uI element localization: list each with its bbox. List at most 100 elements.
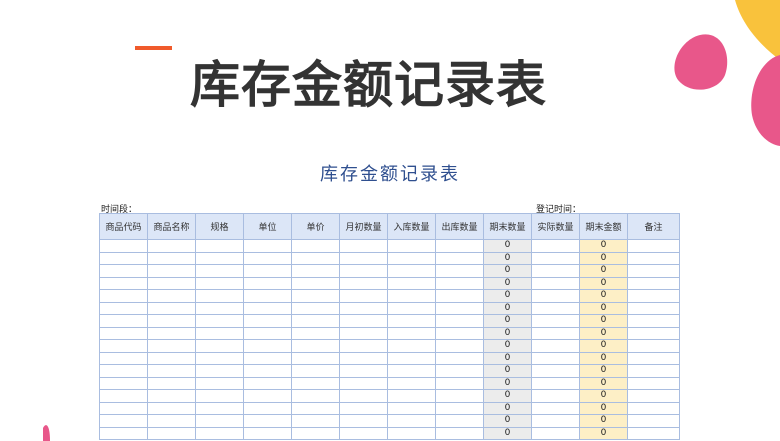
closing-amount-cell[interactable]: 0 xyxy=(579,289,628,303)
table-cell[interactable] xyxy=(147,414,196,428)
table-cell[interactable] xyxy=(147,264,196,278)
table-cell[interactable] xyxy=(387,264,436,278)
table-cell[interactable] xyxy=(99,289,148,303)
table-cell[interactable] xyxy=(99,414,148,428)
table-cell[interactable] xyxy=(147,276,196,290)
table-cell[interactable] xyxy=(531,239,580,253)
table-cell[interactable] xyxy=(627,239,680,253)
table-cell[interactable] xyxy=(435,264,484,278)
table-cell[interactable] xyxy=(195,401,244,415)
table-cell[interactable] xyxy=(339,376,388,390)
table-cell[interactable] xyxy=(627,251,680,265)
table-cell[interactable] xyxy=(99,426,148,440)
table-cell[interactable] xyxy=(387,389,436,403)
closing-amount-cell[interactable]: 0 xyxy=(579,339,628,353)
closing-qty-cell[interactable]: 0 xyxy=(483,414,532,428)
closing-amount-cell[interactable]: 0 xyxy=(579,301,628,315)
closing-amount-cell[interactable]: 0 xyxy=(579,326,628,340)
table-cell[interactable] xyxy=(243,289,292,303)
table-cell[interactable] xyxy=(291,339,340,353)
table-cell[interactable] xyxy=(195,339,244,353)
table-cell[interactable] xyxy=(339,401,388,415)
closing-qty-cell[interactable]: 0 xyxy=(483,264,532,278)
table-cell[interactable] xyxy=(339,339,388,353)
table-cell[interactable] xyxy=(627,339,680,353)
table-cell[interactable] xyxy=(387,289,436,303)
table-cell[interactable] xyxy=(339,264,388,278)
table-cell[interactable] xyxy=(195,376,244,390)
table-cell[interactable] xyxy=(531,276,580,290)
table-cell[interactable] xyxy=(195,264,244,278)
table-cell[interactable] xyxy=(243,376,292,390)
table-cell[interactable] xyxy=(291,301,340,315)
table-cell[interactable] xyxy=(531,389,580,403)
table-cell[interactable] xyxy=(291,326,340,340)
table-cell[interactable] xyxy=(147,289,196,303)
table-cell[interactable] xyxy=(627,351,680,365)
table-cell[interactable] xyxy=(627,364,680,378)
table-cell[interactable] xyxy=(195,239,244,253)
closing-qty-cell[interactable]: 0 xyxy=(483,239,532,253)
table-cell[interactable] xyxy=(387,364,436,378)
table-cell[interactable] xyxy=(531,351,580,365)
table-cell[interactable] xyxy=(339,289,388,303)
table-cell[interactable] xyxy=(435,351,484,365)
table-cell[interactable] xyxy=(387,414,436,428)
table-cell[interactable] xyxy=(531,364,580,378)
table-cell[interactable] xyxy=(627,314,680,328)
table-cell[interactable] xyxy=(387,251,436,265)
table-cell[interactable] xyxy=(147,326,196,340)
closing-qty-cell[interactable]: 0 xyxy=(483,401,532,415)
table-cell[interactable] xyxy=(195,389,244,403)
closing-qty-cell[interactable]: 0 xyxy=(483,389,532,403)
table-cell[interactable] xyxy=(291,389,340,403)
table-cell[interactable] xyxy=(531,326,580,340)
table-cell[interactable] xyxy=(147,314,196,328)
closing-amount-cell[interactable]: 0 xyxy=(579,426,628,440)
table-cell[interactable] xyxy=(291,376,340,390)
table-cell[interactable] xyxy=(339,251,388,265)
closing-amount-cell[interactable]: 0 xyxy=(579,376,628,390)
table-cell[interactable] xyxy=(291,289,340,303)
table-cell[interactable] xyxy=(435,414,484,428)
table-cell[interactable] xyxy=(435,289,484,303)
table-cell[interactable] xyxy=(435,376,484,390)
table-cell[interactable] xyxy=(99,264,148,278)
table-cell[interactable] xyxy=(627,326,680,340)
closing-amount-cell[interactable]: 0 xyxy=(579,314,628,328)
table-cell[interactable] xyxy=(243,414,292,428)
table-cell[interactable] xyxy=(99,376,148,390)
table-cell[interactable] xyxy=(147,301,196,315)
table-cell[interactable] xyxy=(243,364,292,378)
table-cell[interactable] xyxy=(243,251,292,265)
table-cell[interactable] xyxy=(339,276,388,290)
table-cell[interactable] xyxy=(291,314,340,328)
table-cell[interactable] xyxy=(195,326,244,340)
table-cell[interactable] xyxy=(627,389,680,403)
table-cell[interactable] xyxy=(99,401,148,415)
table-cell[interactable] xyxy=(147,401,196,415)
table-cell[interactable] xyxy=(291,364,340,378)
closing-qty-cell[interactable]: 0 xyxy=(483,376,532,390)
table-cell[interactable] xyxy=(291,401,340,415)
table-cell[interactable] xyxy=(531,264,580,278)
table-cell[interactable] xyxy=(147,364,196,378)
table-cell[interactable] xyxy=(387,351,436,365)
table-cell[interactable] xyxy=(99,301,148,315)
table-cell[interactable] xyxy=(243,301,292,315)
table-cell[interactable] xyxy=(387,326,436,340)
table-cell[interactable] xyxy=(339,326,388,340)
table-cell[interactable] xyxy=(435,364,484,378)
table-cell[interactable] xyxy=(147,239,196,253)
table-cell[interactable] xyxy=(387,426,436,440)
closing-amount-cell[interactable]: 0 xyxy=(579,364,628,378)
table-cell[interactable] xyxy=(435,389,484,403)
table-cell[interactable] xyxy=(435,251,484,265)
table-cell[interactable] xyxy=(291,351,340,365)
table-cell[interactable] xyxy=(627,289,680,303)
closing-amount-cell[interactable]: 0 xyxy=(579,401,628,415)
table-cell[interactable] xyxy=(243,401,292,415)
table-cell[interactable] xyxy=(435,239,484,253)
table-cell[interactable] xyxy=(99,389,148,403)
table-cell[interactable] xyxy=(195,251,244,265)
